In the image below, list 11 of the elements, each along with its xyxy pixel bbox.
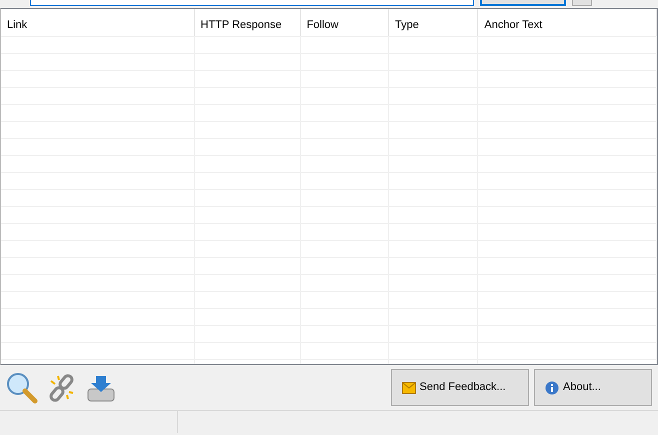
column-header[interactable]: Anchor Text bbox=[478, 9, 657, 36]
feedback-button[interactable]: Send Feedback... bbox=[390, 369, 528, 406]
broken-link-icon[interactable] bbox=[48, 372, 76, 402]
column-header[interactable]: Follow bbox=[300, 9, 390, 36]
column-header[interactable]: HTTP Response bbox=[194, 9, 301, 36]
info-icon bbox=[545, 380, 559, 394]
column-header[interactable]: Link bbox=[1, 9, 194, 36]
envelope-icon bbox=[402, 382, 416, 394]
search-icon[interactable] bbox=[6, 372, 38, 404]
about-button[interactable]: About... bbox=[534, 369, 652, 406]
column-header[interactable]: Type bbox=[389, 9, 478, 36]
